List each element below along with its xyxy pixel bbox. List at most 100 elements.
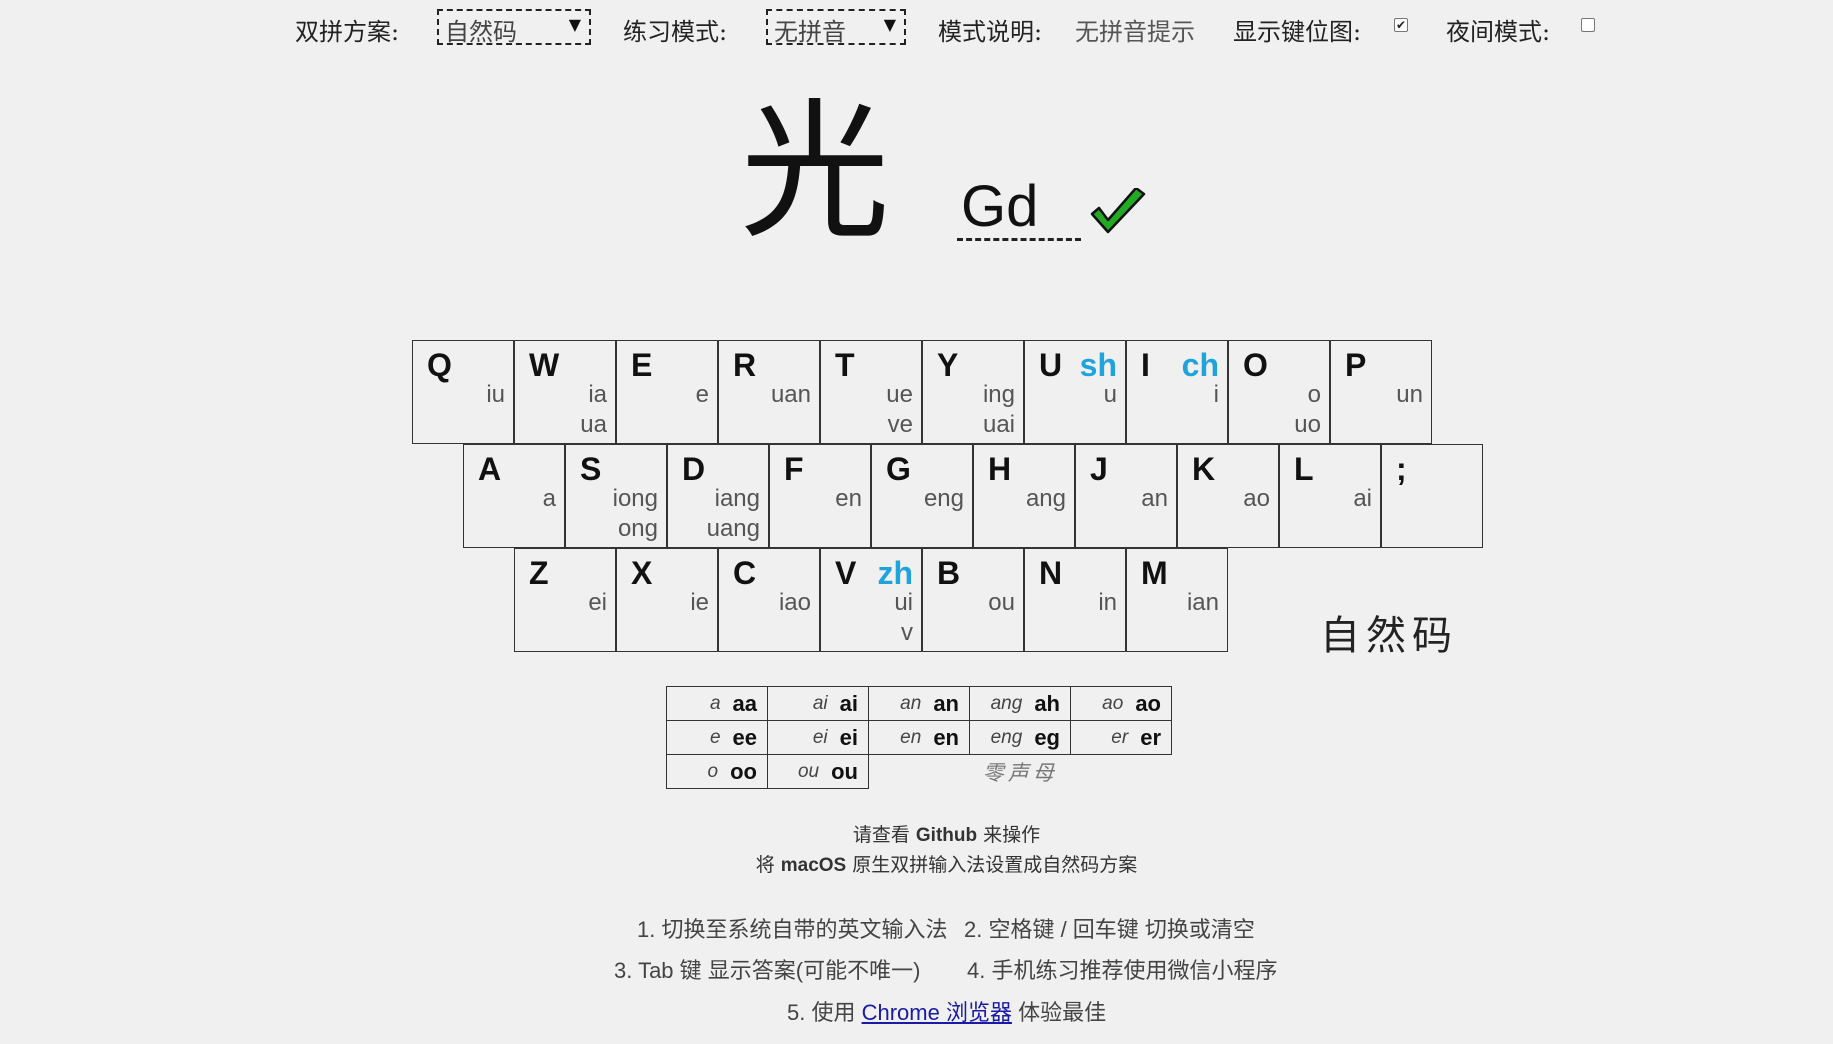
zero-initial-cell: a aa — [666, 686, 768, 721]
zero-initial-code: ou — [831, 758, 858, 784]
zero-initial-pinyin: a — [709, 692, 721, 714]
zero-initial-code: an — [933, 690, 959, 716]
key-letter: N — [1039, 555, 1063, 591]
answer-input[interactable] — [957, 175, 1081, 241]
key-letter: R — [733, 347, 757, 383]
mode-description-value: 无拼音提示 — [1075, 18, 1195, 46]
zero-initial-cell: ao ao — [1070, 686, 1172, 721]
key-final: ong — [617, 515, 658, 542]
zero-initial-cell: o oo — [666, 754, 768, 789]
key-final: ue — [886, 381, 913, 408]
key-final: uo — [1294, 411, 1321, 438]
zero-initial-cell: ai ai — [767, 686, 869, 721]
key-letter: U — [1039, 347, 1063, 383]
zero-initial-pinyin: ang — [990, 692, 1023, 714]
keymap-checkbox[interactable]: ✔ — [1394, 18, 1408, 32]
key-final: i — [1213, 381, 1219, 408]
key-a[interactable]: Aa — [463, 444, 565, 548]
zero-initial-row: e ee ei ei en en eng eg er er — [666, 720, 1172, 755]
key-final: e — [695, 381, 709, 408]
key-final: ai — [1353, 485, 1372, 512]
key-c[interactable]: Ciao — [718, 548, 820, 652]
key-t[interactable]: Tue ve — [820, 340, 922, 444]
scheme-select[interactable]: 自然码 ▼ — [437, 9, 591, 46]
key-final: ui — [894, 589, 913, 616]
key-n[interactable]: Nin — [1024, 548, 1126, 652]
key-letter: I — [1141, 347, 1150, 383]
tip-2: 2. 空格键 / 回车键 切换或清空 — [964, 917, 1255, 942]
key-i[interactable]: Ich i — [1126, 340, 1228, 444]
key-o[interactable]: Oo uo — [1228, 340, 1330, 444]
key-h[interactable]: Hang — [973, 444, 1075, 548]
key-final: ou — [988, 589, 1015, 616]
scheme-label: 双拼方案: — [295, 18, 400, 46]
key-b[interactable]: Bou — [922, 548, 1024, 652]
zero-initial-label-cell: 零声母 — [869, 755, 1172, 789]
zero-initial-cell: eng eg — [969, 720, 1071, 755]
key-l[interactable]: Lai — [1279, 444, 1381, 548]
key-letter: P — [1345, 347, 1367, 383]
mode-select[interactable]: 无拼音 ▼ — [766, 9, 906, 46]
github-text: Github — [915, 825, 978, 846]
key-final: u — [1103, 381, 1117, 408]
key-z[interactable]: Zei — [514, 548, 616, 652]
tip-4: 4. 手机练习推荐使用微信小程序 — [967, 958, 1278, 983]
key-g[interactable]: Geng — [871, 444, 973, 548]
key-s[interactable]: Siong ong — [565, 444, 667, 548]
key-e[interactable]: Ee — [616, 340, 718, 444]
key-final: iu — [486, 381, 505, 408]
tip-1: 1. 切换至系统自带的英文输入法 — [637, 917, 948, 942]
macos-text: macOS — [780, 855, 847, 876]
key-letter: C — [733, 555, 757, 591]
key-letter: J — [1090, 451, 1108, 487]
key-final: uai — [982, 411, 1015, 438]
keymap-toggle-label: 显示键位图: — [1233, 18, 1362, 46]
key-q[interactable]: Qiu — [412, 340, 514, 444]
key-letter: W — [529, 347, 560, 383]
key-k[interactable]: Kao — [1177, 444, 1279, 548]
key-final: ua — [580, 411, 607, 438]
night-mode-label: 夜间模式: — [1446, 18, 1551, 46]
scheme-select-value: 自然码 — [445, 18, 517, 46]
footer-line2-post: 原生双拼输入法设置成自然码方案 — [852, 854, 1138, 876]
key-r[interactable]: Ruan — [718, 340, 820, 444]
key-letter: G — [886, 451, 911, 487]
chevron-down-icon: ▼ — [568, 15, 581, 34]
key-f[interactable]: Fen — [769, 444, 871, 548]
zero-initial-pinyin: ai — [812, 692, 828, 714]
zero-initial-pinyin: eng — [990, 726, 1023, 748]
zero-initial-cell: ou ou — [767, 754, 869, 789]
zero-initial-table: a aa ai ai an an ang ah ao ao e ee ei ei en en eng eg er er… — [666, 686, 1172, 789]
footer-line1-pre: 请查看 — [852, 824, 910, 846]
tip-5-post: 体验最佳 — [1018, 1000, 1107, 1025]
mode-description-label: 模式说明: — [938, 18, 1043, 46]
zero-initial-cell: e ee — [666, 720, 768, 755]
zero-initial-pinyin: ei — [812, 726, 828, 748]
key-j[interactable]: Jan — [1075, 444, 1177, 548]
footer-line1-post: 来操作 — [983, 824, 1041, 846]
key-letter: O — [1243, 347, 1268, 383]
zero-initial-pinyin: ou — [797, 760, 820, 782]
key-y[interactable]: Ying uai — [922, 340, 1024, 444]
key-p[interactable]: Pun — [1330, 340, 1432, 444]
key-semicolon[interactable]: ; — [1381, 444, 1483, 548]
key-w[interactable]: Wia ua — [514, 340, 616, 444]
key-v[interactable]: Vzh ui v — [820, 548, 922, 652]
key-letter: S — [580, 451, 602, 487]
night-mode-checkbox[interactable] — [1581, 18, 1595, 32]
key-final: iao — [778, 589, 811, 616]
zero-initial-code: ei — [839, 724, 858, 750]
key-u[interactable]: Ush u — [1024, 340, 1126, 444]
zero-initial-code: eg — [1034, 724, 1060, 750]
key-letter: T — [835, 347, 855, 383]
key-letter: M — [1141, 555, 1168, 591]
zero-initial-row: a aa ai ai an an ang ah ao ao — [666, 686, 1172, 721]
key-d[interactable]: Diang uang — [667, 444, 769, 548]
key-final: a — [542, 485, 556, 512]
key-x[interactable]: Xie — [616, 548, 718, 652]
key-letter: L — [1294, 451, 1314, 487]
chrome-browser-link[interactable]: Chrome 浏览器 — [862, 1000, 1012, 1025]
key-letter: H — [988, 451, 1012, 487]
key-m[interactable]: Mian — [1126, 548, 1228, 652]
zero-initial-code: er — [1140, 724, 1161, 750]
